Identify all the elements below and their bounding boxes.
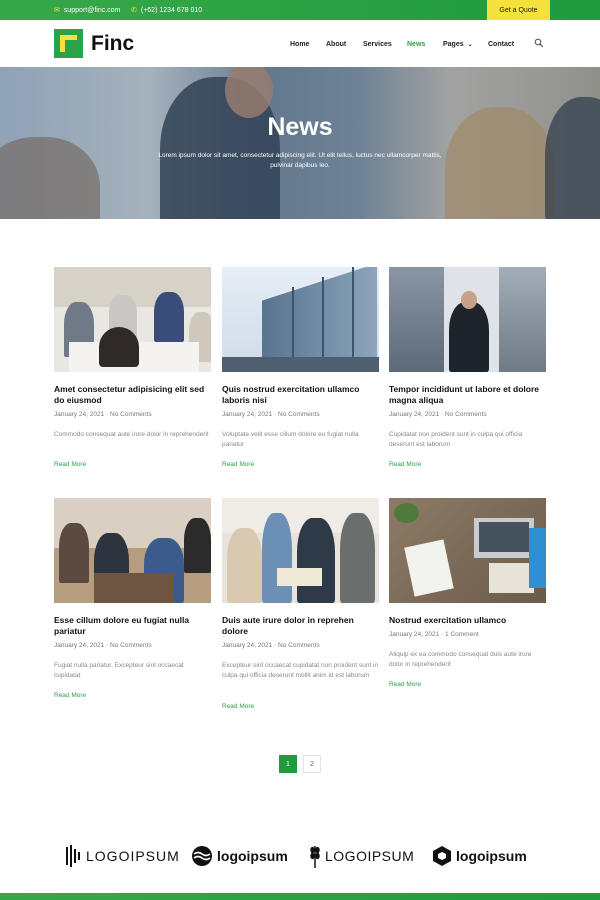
nav-pages-label: Pages xyxy=(443,40,464,48)
partner-logo[interactable]: LOGOIPSUM xyxy=(66,842,180,870)
post-image-desk[interactable] xyxy=(389,498,546,603)
read-more-link[interactable]: Read More xyxy=(222,461,254,468)
post-date: January 24, 2021 xyxy=(222,642,273,649)
post-title[interactable]: Quis nostrud exercitation ullamco labori… xyxy=(222,384,379,406)
post-meta: January 24, 2021 · No Comments xyxy=(389,411,487,418)
post-excerpt: Excepteur sint occaecat cupidatat non pr… xyxy=(222,662,379,679)
nav-contact[interactable]: Contact xyxy=(488,38,514,50)
page-2-button[interactable]: 2 xyxy=(303,755,321,773)
wheat-logo-icon xyxy=(310,846,320,868)
top-bar: ✉ support@finc.com ✆ (+62) 1234 678 010 … xyxy=(0,0,600,20)
post-comments[interactable]: No Comments xyxy=(110,411,152,418)
nav-about[interactable]: About xyxy=(326,38,346,50)
nav-pages[interactable]: Pages ⌄ xyxy=(443,38,473,50)
post-comments[interactable]: No Comments xyxy=(278,642,320,649)
post-image-team-table[interactable] xyxy=(54,498,211,603)
post-image-meeting[interactable] xyxy=(54,267,211,372)
chevron-down-icon: ⌄ xyxy=(467,41,473,48)
get-quote-button[interactable]: Get a Quote xyxy=(487,0,550,20)
email-text: support@finc.com xyxy=(63,6,121,14)
post-date: January 24, 2021 xyxy=(389,411,440,418)
post-comments[interactable]: No Comments xyxy=(110,642,152,649)
nav-services[interactable]: Services xyxy=(363,38,392,50)
post-date: January 24, 2021 xyxy=(54,642,105,649)
hexagon-logo-icon xyxy=(433,846,451,866)
post-comments[interactable]: No Comments xyxy=(445,411,487,418)
post-excerpt: Fugiat nulla pariatur. Excepteur sint oc… xyxy=(54,662,184,679)
partner-logo[interactable]: logoipsum xyxy=(191,842,288,870)
post-meta: January 24, 2021 · 1 Comment xyxy=(389,631,479,638)
read-more-link[interactable]: Read More xyxy=(222,703,254,710)
search-icon[interactable] xyxy=(534,38,544,48)
post-title[interactable]: Amet consectetur adipisicing elit sed do… xyxy=(54,384,211,406)
post-meta: January 24, 2021 · No Comments xyxy=(222,642,320,649)
post-image-building[interactable] xyxy=(222,267,379,372)
partner-name: LOGOIPSUM xyxy=(86,848,180,864)
nav-home[interactable]: Home xyxy=(290,38,309,50)
post-excerpt: Cupidatat non proident sunt in culpa qui… xyxy=(389,431,523,448)
post-meta: January 24, 2021 · No Comments xyxy=(222,411,320,418)
read-more-link[interactable]: Read More xyxy=(54,461,86,468)
post-excerpt: Commodo consequat aute irure dolor in re… xyxy=(54,431,209,438)
post-date: January 24, 2021 xyxy=(389,631,440,638)
phone-icon: ✆ xyxy=(131,7,137,14)
phone-text: (+62) 1234 678 010 xyxy=(140,6,203,14)
read-more-link[interactable]: Read More xyxy=(54,692,86,699)
post-title[interactable]: Nostrud exercitation ullamco xyxy=(389,615,546,626)
post-title[interactable]: Duis aute irure dolor in reprehen dolore xyxy=(222,615,379,637)
bars-logo-icon xyxy=(66,845,80,867)
footer-bar xyxy=(0,893,600,900)
logo-icon[interactable] xyxy=(54,29,83,58)
partner-logo[interactable]: LOGOIPSUM xyxy=(309,842,414,870)
partner-logo[interactable]: logoipsum xyxy=(432,842,527,870)
post-title[interactable]: Tempor incididunt ut labore et dolore ma… xyxy=(389,384,546,406)
read-more-link[interactable]: Read More xyxy=(389,461,421,468)
hero-banner xyxy=(0,67,600,219)
post-image-businessman[interactable] xyxy=(389,267,546,372)
partner-name: LOGOIPSUM xyxy=(325,848,415,864)
post-comments[interactable]: 1 Comment xyxy=(445,631,479,638)
post-excerpt: Aliquip ex ea commodo consequat duis aut… xyxy=(389,651,532,668)
waves-logo-icon xyxy=(192,846,212,866)
read-more-link[interactable]: Read More xyxy=(389,681,421,688)
post-comments[interactable]: No Comments xyxy=(278,411,320,418)
post-image-discussion[interactable] xyxy=(222,498,379,603)
post-excerpt: Voluptate velit esse cillum dolore eu fu… xyxy=(222,431,359,448)
brand-name[interactable]: Finc xyxy=(91,32,134,56)
post-date: January 24, 2021 xyxy=(222,411,273,418)
mail-icon: ✉ xyxy=(54,7,60,14)
hero-subtitle: Lorem ipsum dolor sit amet, consectetur … xyxy=(158,152,442,169)
post-title[interactable]: Esse cillum dolore eu fugiat nulla paria… xyxy=(54,615,211,637)
post-date: January 24, 2021 xyxy=(54,411,105,418)
page-1-button[interactable]: 1 xyxy=(279,755,297,773)
email-contact[interactable]: ✉ support@finc.com xyxy=(54,0,120,20)
post-meta: January 24, 2021 · No Comments xyxy=(54,411,152,418)
nav-news[interactable]: News xyxy=(407,38,425,50)
partner-name: logoipsum xyxy=(217,848,288,864)
partner-name: logoipsum xyxy=(456,848,527,864)
page-title: News xyxy=(267,113,333,141)
phone-contact[interactable]: ✆ (+62) 1234 678 010 xyxy=(131,0,202,20)
post-meta: January 24, 2021 · No Comments xyxy=(54,642,152,649)
